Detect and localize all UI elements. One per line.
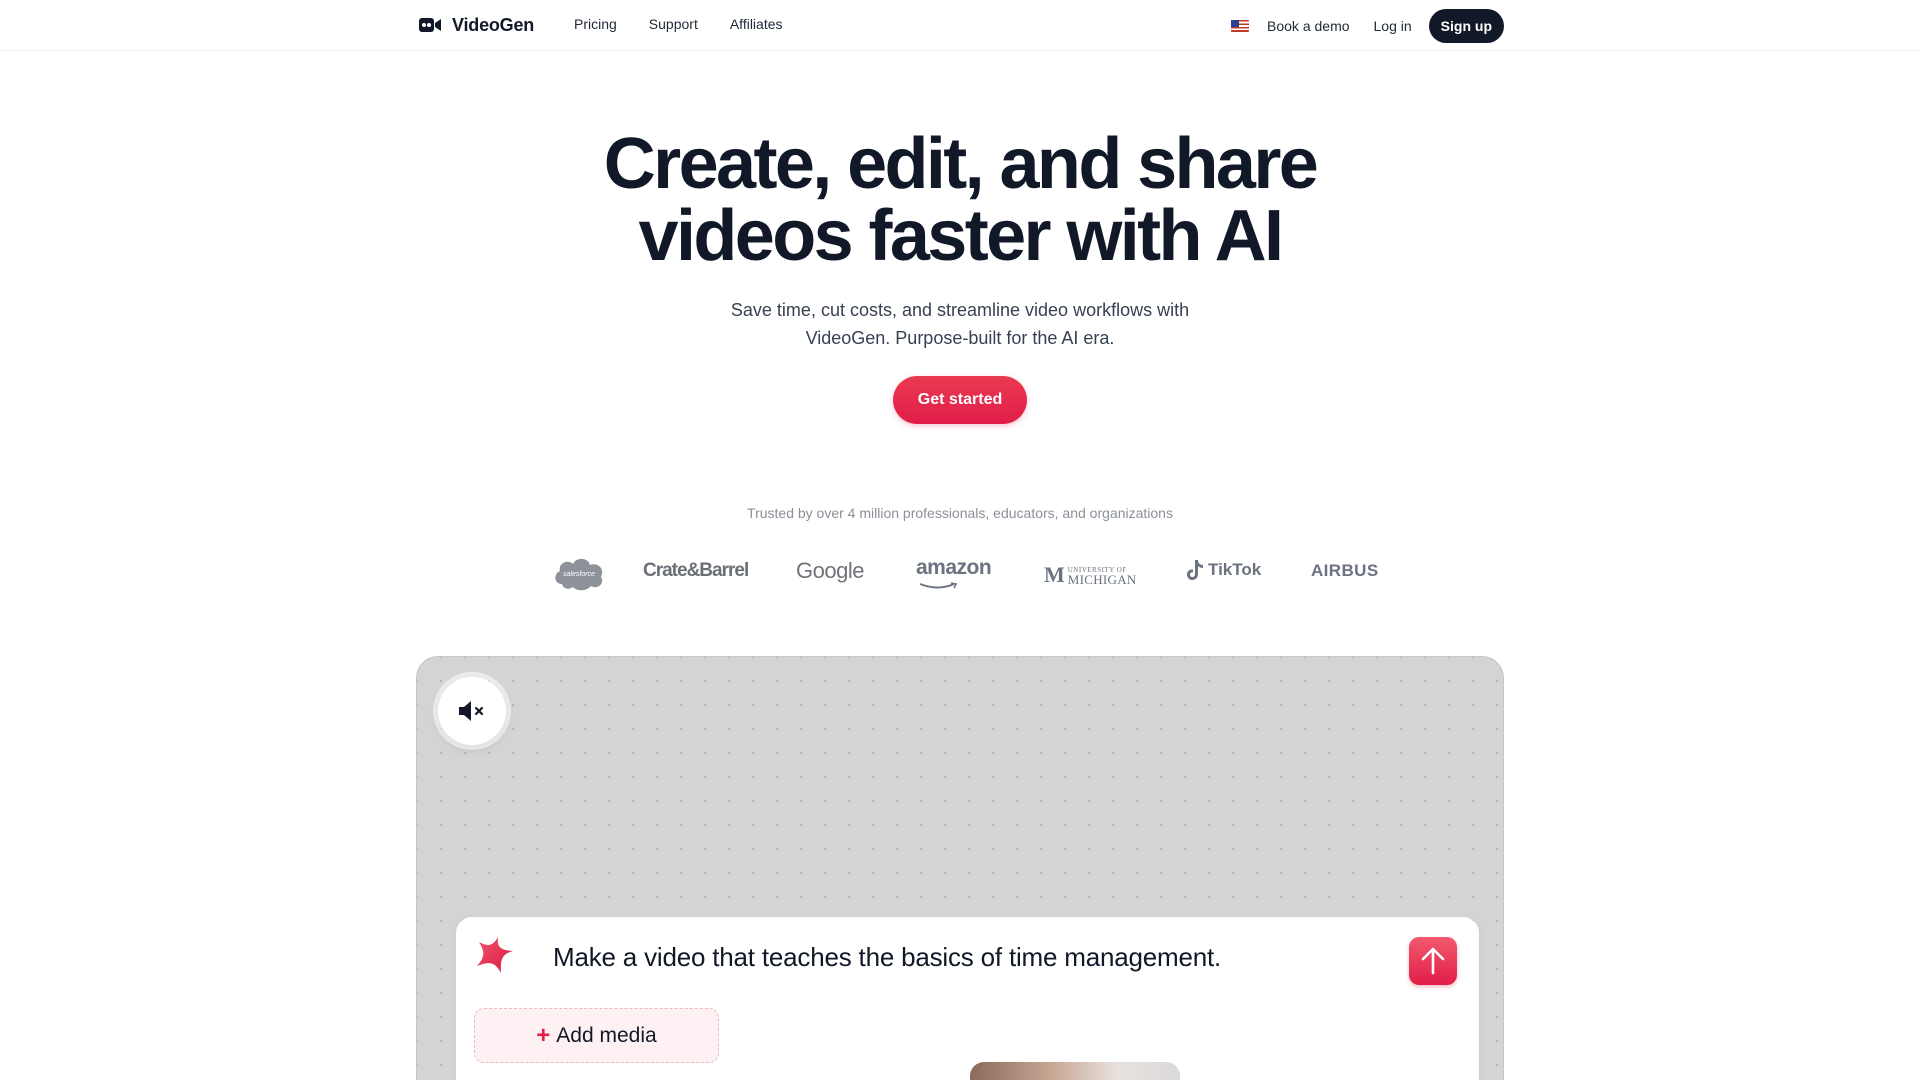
mute-toggle-button[interactable] — [438, 677, 506, 745]
google-logo: Google — [796, 558, 864, 583]
nav-actions: Book a demo Log in Sign up — [1231, 9, 1504, 43]
um-line-2: MICHIGAN — [1067, 572, 1137, 587]
video-camera-icon — [418, 13, 442, 37]
customer-logos: salesforce Crate&Barrel Google amazon M … — [0, 552, 1920, 596]
book-demo-link[interactable]: Book a demo — [1267, 18, 1350, 34]
hero-subtitle-line-1: Save time, cut costs, and streamline vid… — [730, 300, 1190, 320]
crate-barrel-logo: Crate&Barrel — [643, 560, 749, 581]
amazon-smile-icon — [919, 582, 958, 589]
university-of-michigan-logo: M UNIVERSITY OF MICHIGAN — [1044, 562, 1137, 588]
hero-subtitle-line-2: VideoGen. Purpose-built for the AI era. — [805, 328, 1115, 348]
salesforce-logo-text: salesforce — [563, 571, 595, 578]
tiktok-note-icon — [1187, 560, 1203, 580]
tiktok-logo-text: TikTok — [1208, 560, 1262, 579]
top-navbar: VideoGen Pricing Support Affiliates Book… — [0, 0, 1920, 51]
arrow-up-icon — [1421, 947, 1445, 975]
brand-logo[interactable]: VideoGen — [418, 13, 534, 37]
airbus-logo: AIRBUS — [1311, 561, 1379, 580]
sparkle-star-icon — [477, 937, 513, 973]
brand-name: VideoGen — [452, 14, 535, 35]
nav-link-pricing[interactable]: Pricing — [574, 16, 617, 32]
nav-link-support[interactable]: Support — [649, 16, 698, 32]
prompt-text[interactable]: Make a video that teaches the basics of … — [553, 942, 1221, 973]
nav-link-affiliates[interactable]: Affiliates — [730, 16, 783, 32]
video-thumbnail-preview — [970, 1062, 1180, 1080]
tiktok-logo: TikTok — [1186, 559, 1261, 581]
amazon-logo: amazon — [916, 556, 992, 579]
hero-title: Create, edit, and share videos faster wi… — [0, 128, 1920, 272]
us-flag-icon[interactable] — [1231, 20, 1250, 32]
speaker-muted-icon — [459, 701, 484, 721]
salesforce-logo: salesforce — [552, 554, 606, 592]
signup-button[interactable]: Sign up — [1428, 9, 1504, 43]
hero-subtitle: Save time, cut costs, and streamline vid… — [0, 296, 1920, 352]
add-media-label: Add media — [556, 1023, 657, 1047]
trusted-by-text: Trusted by over 4 million professionals,… — [747, 505, 1173, 521]
prompt-card: Make a video that teaches the basics of … — [456, 917, 1479, 1080]
add-media-button[interactable]: + Add media — [474, 1008, 719, 1063]
hero-title-line-1: Create, edit, and share — [603, 124, 1319, 204]
login-link[interactable]: Log in — [1374, 18, 1412, 34]
main-nav: Pricing Support Affiliates — [574, 16, 815, 32]
plus-icon: + — [536, 1021, 551, 1049]
get-started-button[interactable]: Get started — [893, 376, 1027, 424]
um-block-m: M — [1044, 562, 1065, 587]
send-prompt-button[interactable] — [1409, 937, 1457, 985]
hero-title-line-2: videos faster with AI — [638, 196, 1285, 276]
